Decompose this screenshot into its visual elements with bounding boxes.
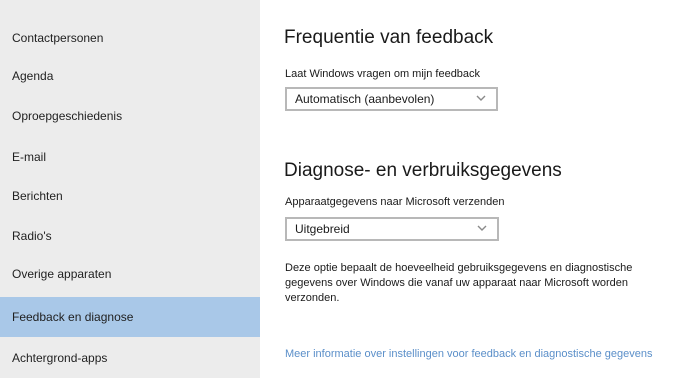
sidebar-item-feedback-en-diagnose[interactable]: Feedback en diagnose: [0, 297, 260, 337]
chevron-down-icon: [476, 95, 486, 101]
settings-content: Frequentie van feedback Laat Windows vra…: [260, 0, 686, 378]
sidebar-item-radios[interactable]: Radio's: [0, 216, 260, 256]
sidebar-item-oproepgeschiedenis[interactable]: Oproepgeschiedenis: [0, 96, 260, 136]
diagnostics-info-link[interactable]: Meer informatie over instellingen voor f…: [285, 347, 665, 362]
feedback-frequency-value: Automatisch (aanbevolen): [295, 92, 435, 106]
diagnostics-value: Uitgebreid: [295, 222, 350, 236]
chevron-down-icon: [477, 225, 487, 231]
feedback-frequency-label: Laat Windows vragen om mijn feedback: [285, 68, 481, 80]
diagnostics-label: Apparaatgegevens naar Microsoft verzende…: [285, 196, 505, 208]
sidebar-item-overige-apparaten[interactable]: Overige apparaten: [0, 254, 260, 294]
sidebar-item-achtergrond-apps[interactable]: Achtergrond-apps: [0, 338, 260, 378]
sidebar-item-e-mail[interactable]: E-mail: [0, 137, 260, 177]
diagnostics-title: Diagnose- en verbruiksgegevens: [284, 160, 562, 181]
sidebar-item-berichten[interactable]: Berichten: [0, 176, 260, 216]
settings-sidebar: Contactpersonen Agenda Oproepgeschiedeni…: [0, 0, 260, 378]
sidebar-item-agenda[interactable]: Agenda: [0, 56, 260, 96]
feedback-frequency-dropdown[interactable]: Automatisch (aanbevolen): [285, 87, 498, 111]
sidebar-item-contactpersonen[interactable]: Contactpersonen: [0, 18, 260, 58]
diagnostics-description: Deze optie bepaalt de hoeveelheid gebrui…: [285, 262, 633, 304]
feedback-frequency-title: Frequentie van feedback: [284, 27, 494, 48]
diagnostics-dropdown[interactable]: Uitgebreid: [285, 217, 499, 241]
